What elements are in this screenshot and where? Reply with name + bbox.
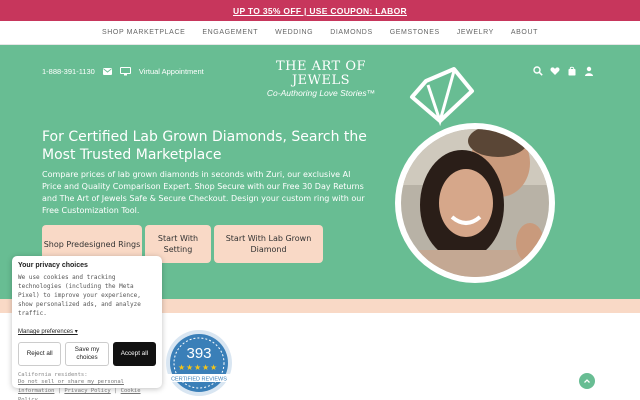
logo-tagline: Co-Authoring Love Stories™ [266,88,376,98]
badge-count: 393 [186,345,211,362]
mail-icon[interactable] [102,68,112,75]
start-with-lab-grown-diamond-button[interactable]: Start With Lab Grown Diamond [214,225,323,263]
nav-wedding[interactable]: WEDDING [275,29,313,36]
star-icon: ★ [210,363,217,372]
nav-jewelry[interactable]: JEWELRY [457,29,494,36]
reject-all-button[interactable]: Reject all [18,342,62,366]
cookie-buttons: Reject all Save my choices Accept all [18,342,156,366]
phone-link[interactable]: 1-888-391-1130 [42,67,95,76]
user-icon[interactable] [584,66,594,76]
cookie-body: We use cookies and tracking technologies… [18,274,141,317]
star-icon: ★ [202,363,209,372]
utility-bar: 1-888-391-1130 Virtual Appointment [42,67,204,76]
logo-title: THE ART OF JEWELS [275,59,367,88]
scroll-to-top-button[interactable] [579,373,595,389]
nav-gemstones[interactable]: GEMSTONES [390,29,440,36]
nav-diamonds[interactable]: DIAMONDS [330,29,373,36]
star-icon: ★ [194,363,201,372]
badge-stars: ★ ★ ★ ★ ★ [178,363,217,372]
cookie-title: Your privacy choices [18,262,88,269]
virtual-appointment-link[interactable]: Virtual Appointment [139,67,204,76]
star-icon: ★ [178,363,185,372]
promo-link[interactable]: UP TO 35% OFF | USE COUPON: LABOR [233,6,407,16]
hero-description: Compare prices of lab grown diamonds in … [42,170,365,215]
site-logo[interactable]: THE ART OF JEWELS Co-Authoring Love Stor… [246,59,396,99]
star-icon: ★ [186,363,193,372]
manage-preferences-link[interactable]: Manage preferences ▾ [18,328,78,335]
hero-headline: For Certified Lab Grown Diamonds, Search… [42,129,367,163]
certified-reviews-badge[interactable]: 393 ★ ★ ★ ★ ★ CERTIFIED REVIEWS [162,328,236,398]
main-nav: SHOP MARKETPLACE ENGAGEMENT WEDDING DIAM… [0,21,640,45]
monitor-icon [119,67,131,76]
privacy-policy-link[interactable]: Privacy Policy [64,388,110,394]
nav-engagement[interactable]: ENGAGEMENT [202,29,258,36]
ring-photo-illustration [395,67,555,283]
accept-all-button[interactable]: Accept all [112,342,156,366]
badge-label: CERTIFIED REVIEWS [171,377,227,383]
cookie-consent-panel: Your privacy choices We use cookies and … [12,256,162,400]
nav-shop-marketplace[interactable]: SHOP MARKETPLACE [102,29,185,36]
promo-bar: UP TO 35% OFF | USE COUPON: LABOR [0,0,640,21]
cookie-links: Do not sell or share my personal informa… [18,378,156,400]
save-choices-button[interactable]: Save my choices [65,342,109,366]
chevron-up-icon [584,379,590,383]
nav-about[interactable]: ABOUT [511,29,538,36]
